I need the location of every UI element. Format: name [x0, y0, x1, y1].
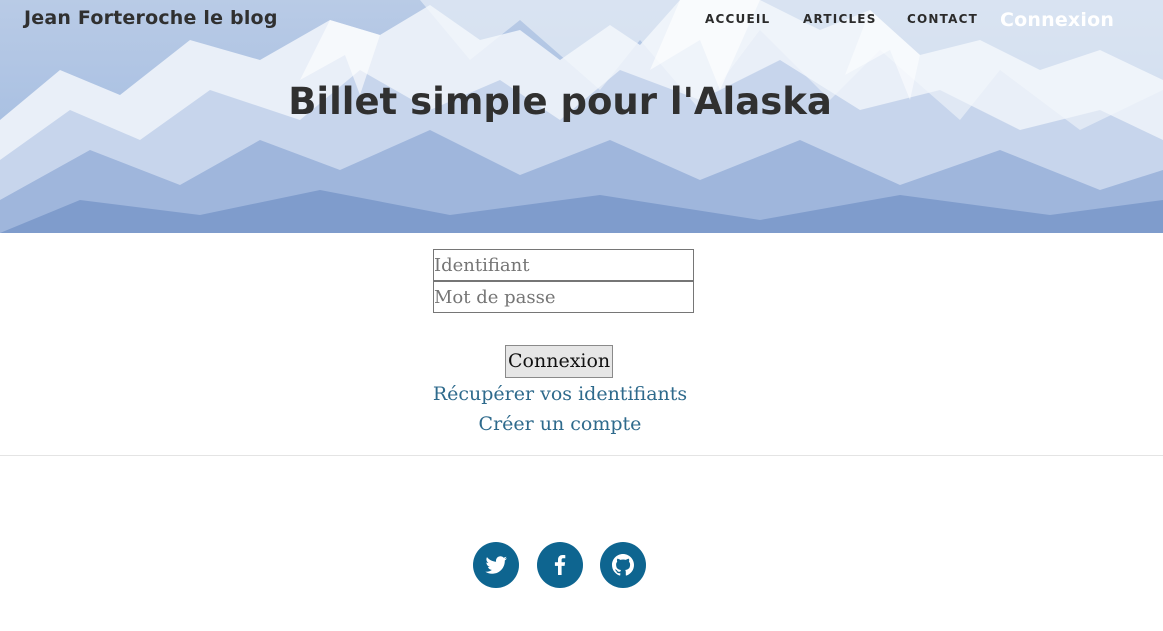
login-form [433, 249, 694, 313]
twitter-button[interactable] [473, 542, 519, 588]
password-field[interactable] [433, 281, 694, 313]
footer-divider [0, 455, 1163, 456]
recover-credentials-link[interactable]: Récupérer vos identifiants [0, 383, 1120, 405]
create-account-link[interactable]: Créer un compte [0, 413, 1120, 435]
page-title: Billet simple pour l'Alaska [288, 80, 832, 123]
twitter-icon [485, 556, 507, 574]
username-field[interactable] [433, 249, 694, 281]
github-button[interactable] [600, 542, 646, 588]
facebook-icon [554, 555, 566, 575]
header-banner: Jean Forteroche le blog ACCUEIL ARTICLES… [0, 0, 1163, 233]
main-nav: ACCUEIL ARTICLES CONTACT Connexion [0, 9, 1163, 42]
facebook-button[interactable] [537, 542, 583, 588]
nav-item-connexion[interactable]: Connexion [1000, 9, 1114, 31]
login-submit-button[interactable]: Connexion [505, 345, 614, 378]
nav-item-accueil[interactable]: ACCUEIL [705, 12, 770, 26]
github-icon [612, 554, 634, 576]
nav-item-articles[interactable]: ARTICLES [803, 12, 877, 26]
nav-item-contact[interactable]: CONTACT [907, 12, 978, 26]
